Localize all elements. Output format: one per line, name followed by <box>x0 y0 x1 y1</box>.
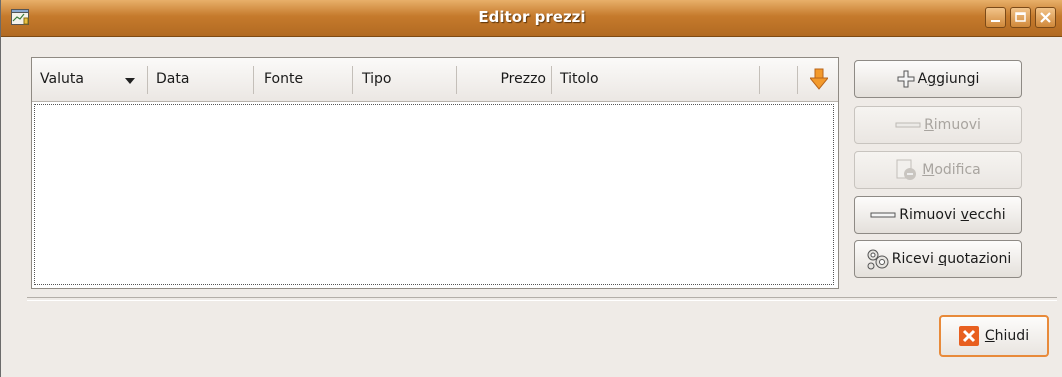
column-label: Titolo <box>560 71 599 87</box>
column-label: Valuta <box>40 71 84 87</box>
remove-old-button-mnemonic: v <box>960 207 969 223</box>
add-button-label-pre: A <box>917 71 928 87</box>
arrow-down-icon[interactable] <box>810 68 828 90</box>
edit-button-mnemonic: M <box>922 162 935 178</box>
column-label: Tipo <box>362 71 392 87</box>
remove-old-button[interactable]: Rimuovi vecchi <box>854 196 1022 234</box>
title-bar[interactable]: Editor prezzi <box>1 0 1062 37</box>
get-quotes-button[interactable]: Ricevi quotazioni <box>854 240 1022 278</box>
close-icon <box>1040 12 1051 23</box>
column-separator[interactable] <box>147 66 148 94</box>
close-button-mnemonic: C <box>984 328 995 344</box>
remove-old-button-label-post: ecchi <box>968 207 1006 223</box>
edit-icon <box>896 159 917 180</box>
column-separator[interactable] <box>352 66 353 94</box>
remove-old-button-label-pre: Rimuovi <box>899 207 961 223</box>
close-icon <box>958 326 979 346</box>
column-header-tipo[interactable]: Tipo <box>362 58 391 101</box>
minus-icon <box>870 212 896 218</box>
window-title: Editor prezzi <box>478 8 586 26</box>
chevron-down-icon[interactable] <box>124 77 136 85</box>
column-header-data[interactable]: Data <box>156 58 189 101</box>
separator <box>27 297 1057 301</box>
list-header: Valuta Data Fonte Tipo Prezzo Titolo <box>32 58 838 102</box>
column-separator[interactable] <box>759 66 760 94</box>
plus-icon <box>897 70 915 88</box>
get-quotes-button-mnemonic: q <box>938 251 948 267</box>
add-button-mnemonic: g <box>927 71 937 87</box>
minimize-button[interactable] <box>985 7 1006 28</box>
column-separator[interactable] <box>456 66 457 94</box>
column-header-titolo[interactable]: Titolo <box>560 58 599 101</box>
minus-icon <box>895 122 921 128</box>
column-separator[interactable] <box>797 66 798 94</box>
edit-button[interactable]: Modifica <box>854 151 1022 189</box>
price-list[interactable]: Valuta Data Fonte Tipo Prezzo Titolo <box>31 57 839 289</box>
column-separator[interactable] <box>551 66 552 94</box>
close-button[interactable]: Chiudi <box>939 315 1049 357</box>
get-quotes-button-label-pre: Ricevi <box>891 251 939 267</box>
remove-button-label-post: imuovi <box>933 117 981 133</box>
close-button-label-post: hiudi <box>994 328 1030 344</box>
price-editor-window: Editor prezzi Valuta Data Fonte Tipo Pre… <box>0 0 1062 377</box>
remove-button-mnemonic: R <box>924 117 934 133</box>
list-body[interactable] <box>34 104 834 285</box>
gears-icon <box>867 249 889 270</box>
get-quotes-button-label-post: uotazioni <box>947 251 1012 267</box>
add-button[interactable]: Aggiungi <box>854 60 1022 98</box>
minimize-icon <box>991 20 1000 22</box>
column-label: Data <box>156 71 190 87</box>
column-separator[interactable] <box>253 66 254 94</box>
edit-button-label-post: odifica <box>934 162 981 178</box>
remove-button[interactable]: Rimuovi <box>854 106 1022 144</box>
column-header-prezzo[interactable]: Prezzo <box>462 58 546 101</box>
column-header-fonte[interactable]: Fonte <box>264 58 303 101</box>
close-window-button[interactable] <box>1035 7 1056 28</box>
add-button-label-post: giungi <box>936 71 980 87</box>
column-label: Prezzo <box>500 71 546 87</box>
maximize-button[interactable] <box>1010 7 1031 28</box>
maximize-icon <box>1015 12 1026 22</box>
column-header-valuta[interactable]: Valuta <box>40 58 84 101</box>
column-label: Fonte <box>264 71 304 87</box>
